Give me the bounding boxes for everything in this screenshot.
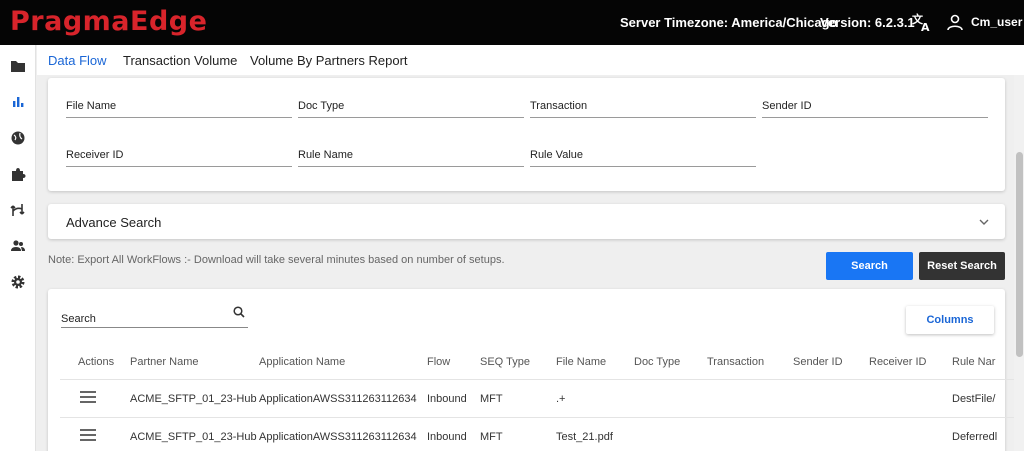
brand-logo[interactable]: PragmaEdge: [10, 6, 207, 37]
cell-application-name: ApplicationAWSS311263112634: [259, 431, 417, 443]
rule-value-field[interactable]: Rule Value: [530, 145, 756, 167]
tab-transaction-volume[interactable]: Transaction Volume: [123, 53, 237, 68]
column-header-doc-type[interactable]: Doc Type: [634, 356, 680, 368]
bar-chart-icon[interactable]: [10, 94, 26, 110]
user-icon[interactable]: [946, 13, 964, 31]
puzzle-icon[interactable]: [10, 166, 26, 182]
column-header-partner-name[interactable]: Partner Name: [130, 356, 198, 368]
column-header-transaction[interactable]: Transaction: [707, 356, 764, 368]
tab-volume-by-partners-report[interactable]: Volume By Partners Report: [250, 53, 408, 68]
file-name-field[interactable]: File Name: [66, 96, 292, 118]
transaction-field[interactable]: Transaction: [530, 96, 756, 118]
svg-text:A: A: [921, 21, 930, 32]
search-icon[interactable]: [233, 306, 245, 318]
people-icon[interactable]: [10, 238, 26, 254]
cell-application-name: ApplicationAWSS311263112634: [259, 393, 417, 405]
cell-partner-name: ACME_SFTP_01_23-Hub: [130, 431, 257, 443]
column-header-flow[interactable]: Flow: [427, 356, 450, 368]
translate-icon[interactable]: 文 A: [912, 12, 932, 32]
user-name[interactable]: Cm_user: [971, 15, 1022, 29]
advance-search-panel[interactable]: Advance Search: [48, 204, 1005, 239]
receiver-id-field[interactable]: Receiver ID: [66, 145, 292, 167]
folder-icon[interactable]: [10, 58, 26, 74]
doc-type-field[interactable]: Doc Type: [298, 96, 524, 118]
server-timezone: Server Timezone: America/Chicago: [620, 15, 838, 30]
cell-partner-name: ACME_SFTP_01_23-Hub: [130, 393, 257, 405]
chevron-down-icon[interactable]: [978, 217, 990, 227]
advance-search-label: Advance Search: [66, 215, 162, 230]
cell-rule-name: Deferredl: [952, 431, 998, 443]
reset-search-button[interactable]: Reset Search: [919, 252, 1005, 280]
row-actions-menu-icon[interactable]: [80, 429, 96, 441]
export-note: Note: Export All WorkFlows :- Download w…: [48, 254, 505, 266]
cell-seq-type: MFT: [480, 393, 503, 405]
columns-button[interactable]: Columns: [906, 306, 994, 334]
cell-file-name: Test_21.pdf: [556, 431, 613, 443]
tab-bar: Data Flow Transaction Volume Volume By P…: [37, 45, 1024, 75]
table-search-input[interactable]: Search: [61, 304, 248, 328]
cell-rule-name: DestFile/: [952, 393, 996, 405]
cell-file-name: .+: [556, 393, 566, 405]
column-header-actions: Actions: [78, 356, 115, 368]
top-bar: PragmaEdge Server Timezone: America/Chic…: [0, 0, 1024, 45]
column-header-file-name[interactable]: File Name: [556, 356, 606, 368]
cell-seq-type: MFT: [480, 431, 503, 443]
header-divider: [60, 379, 1023, 380]
sidebar: [0, 45, 36, 451]
sender-id-field[interactable]: Sender ID: [762, 96, 988, 118]
gear-icon[interactable]: [10, 274, 26, 290]
filter-card: File Name Doc Type Transaction Sender ID…: [48, 78, 1005, 191]
search-button[interactable]: Search: [826, 252, 913, 280]
tab-data-flow[interactable]: Data Flow: [48, 53, 107, 68]
row-actions-menu-icon[interactable]: [80, 391, 96, 403]
cell-flow: Inbound: [427, 431, 467, 443]
page-scrollbar-thumb[interactable]: [1016, 152, 1023, 357]
rule-name-field[interactable]: Rule Name: [298, 145, 524, 167]
route-icon[interactable]: [10, 202, 26, 218]
column-header-rule-name[interactable]: Rule Nar: [952, 356, 995, 368]
column-header-application-name[interactable]: Application Name: [259, 356, 345, 368]
version-label: Version: 6.2.3.1: [820, 15, 915, 30]
column-header-seq-type[interactable]: SEQ Type: [480, 356, 530, 368]
cell-flow: Inbound: [427, 393, 467, 405]
globe-icon[interactable]: [10, 130, 26, 146]
results-card: Search Columns Actions Partner Name Appl…: [48, 289, 1023, 451]
column-header-sender-id[interactable]: Sender ID: [793, 356, 843, 368]
row-divider: [60, 417, 1023, 418]
column-header-receiver-id[interactable]: Receiver ID: [869, 356, 926, 368]
